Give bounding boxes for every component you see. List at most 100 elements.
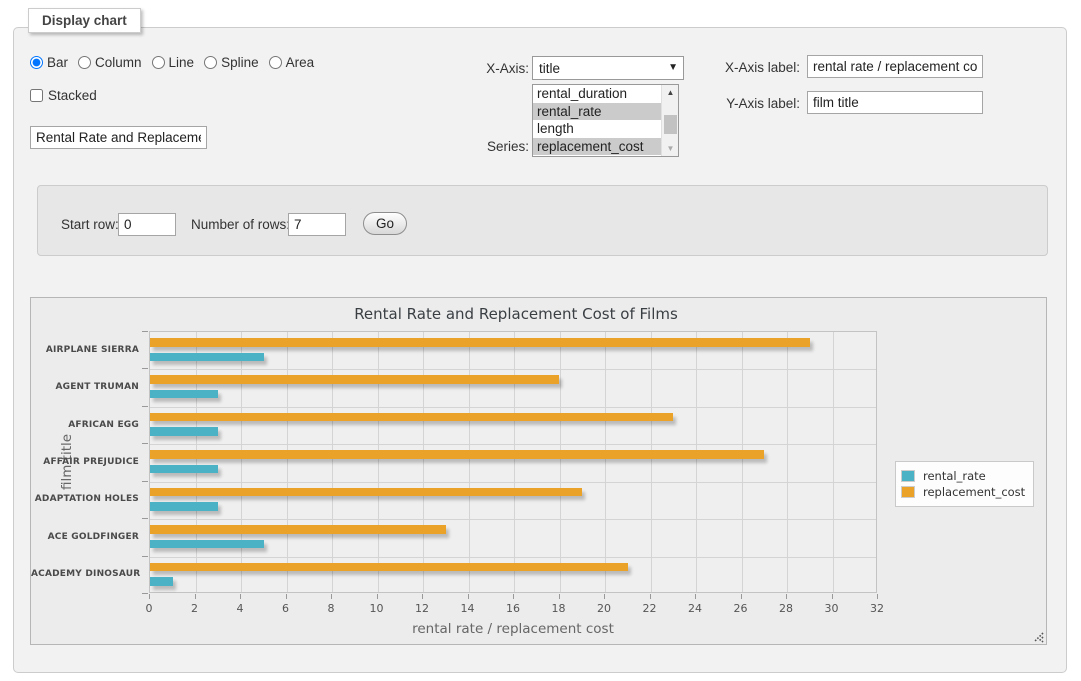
x-axis-tick-label: 20 xyxy=(597,602,611,615)
scroll-up-icon[interactable]: ▲ xyxy=(662,85,679,100)
gridline-vertical xyxy=(423,332,424,592)
x-axis-tick-mark xyxy=(741,594,742,599)
x-axis-tick-mark xyxy=(195,594,196,599)
chart-type-label: Bar xyxy=(47,55,68,70)
y-axis-tick-mark xyxy=(142,406,148,407)
number-of-rows-label: Number of rows: xyxy=(191,217,290,232)
chart-type-option-bar[interactable]: Bar xyxy=(30,55,68,70)
chart-legend: rental_rate replacement_cost xyxy=(895,461,1034,507)
x-axis-tick-mark xyxy=(695,594,696,599)
x-axis-tick-mark xyxy=(468,594,469,599)
x-axis-tick-label: 14 xyxy=(461,602,475,615)
x-axis-tick-label: 28 xyxy=(779,602,793,615)
chart-type-option-column[interactable]: Column xyxy=(78,55,142,70)
bar-rental_rate xyxy=(150,577,173,586)
x-axis-tick-mark xyxy=(604,594,605,599)
gridline-horizontal xyxy=(150,482,876,483)
x-axis-select[interactable]: title ▼ xyxy=(532,56,684,80)
gridline-vertical xyxy=(378,332,379,592)
chart-type-radio-column[interactable] xyxy=(78,56,91,69)
series-option-replacement_cost[interactable]: replacement_cost xyxy=(533,138,678,156)
gridline-vertical xyxy=(332,332,333,592)
x-axis-tick-label: 30 xyxy=(825,602,839,615)
chart-type-option-spline[interactable]: Spline xyxy=(204,55,259,70)
x-axis-tick-mark xyxy=(513,594,514,599)
bar-replacement_cost xyxy=(150,525,446,534)
listbox-scrollbar[interactable]: ▲ ▼ xyxy=(661,85,678,156)
bar-rental_rate xyxy=(150,427,218,436)
x-axis-tick-mark xyxy=(786,594,787,599)
y-axis-tick-mark xyxy=(142,481,148,482)
chart-title-input[interactable] xyxy=(30,126,207,149)
number-of-rows-input[interactable] xyxy=(288,213,346,236)
gridline-vertical xyxy=(514,332,515,592)
chart-type-radio-spline[interactable] xyxy=(204,56,217,69)
x-axis-tick-mark xyxy=(331,594,332,599)
chart-type-label: Line xyxy=(169,55,195,70)
chevron-down-icon: ▼ xyxy=(668,62,678,73)
x-axis-select-label: X-Axis: xyxy=(455,61,529,76)
chart-x-axis-label: rental rate / replacement cost xyxy=(149,621,877,637)
y-axis-tick-mark xyxy=(142,368,148,369)
chart-type-label: Spline xyxy=(221,55,259,70)
y-axis-label-input[interactable] xyxy=(807,91,983,114)
series-listbox[interactable]: rental_durationrental_ratelengthreplacem… xyxy=(532,84,679,157)
gridline-vertical xyxy=(560,332,561,592)
category-label: AFRICAN EGG xyxy=(31,420,139,430)
chart-type-option-line[interactable]: Line xyxy=(152,55,195,70)
y-axis-tick-mark xyxy=(142,518,148,519)
series-option-length[interactable]: length xyxy=(533,120,678,138)
scrollbar-thumb[interactable] xyxy=(664,115,677,134)
legend-entry: rental_rate xyxy=(901,469,1025,483)
gridline-vertical xyxy=(651,332,652,592)
category-label: ACADEMY DINOSAUR xyxy=(31,569,139,579)
x-axis-tick-label: 12 xyxy=(415,602,429,615)
series-option-rental_rate[interactable]: rental_rate xyxy=(533,103,678,121)
category-label: ADAPTATION HOLES xyxy=(31,494,139,504)
bar-replacement_cost xyxy=(150,450,764,459)
legend-series-name: replacement_cost xyxy=(915,485,1025,499)
chart-type-radio-area[interactable] xyxy=(269,56,282,69)
scroll-down-icon[interactable]: ▼ xyxy=(662,141,679,156)
bar-rental_rate xyxy=(150,465,218,474)
chart-type-radio-bar[interactable] xyxy=(30,56,43,69)
x-axis-tick-mark xyxy=(240,594,241,599)
bar-replacement_cost xyxy=(150,413,673,422)
resize-handle-icon[interactable] xyxy=(1031,629,1045,643)
stacked-checkbox[interactable] xyxy=(30,89,43,102)
x-axis-tick-mark xyxy=(286,594,287,599)
row-range-panel: Start row: Number of rows: Go xyxy=(37,185,1048,256)
x-axis-tick-label: 32 xyxy=(870,602,884,615)
legend-entry: replacement_cost xyxy=(901,485,1025,499)
gridline-horizontal xyxy=(150,369,876,370)
x-axis-tick-label: 16 xyxy=(506,602,520,615)
x-axis-tick-label: 6 xyxy=(282,602,289,615)
start-row-input[interactable] xyxy=(118,213,176,236)
bar-rental_rate xyxy=(150,390,218,399)
x-axis-tick-mark xyxy=(149,594,150,599)
x-axis-tick-label: 22 xyxy=(643,602,657,615)
go-button[interactable]: Go xyxy=(363,212,407,235)
gridline-horizontal xyxy=(150,407,876,408)
x-axis-tick-mark xyxy=(650,594,651,599)
x-axis-tick-label: 0 xyxy=(146,602,153,615)
gridline-horizontal xyxy=(150,557,876,558)
gridline-horizontal xyxy=(150,444,876,445)
panel-legend: Display chart xyxy=(28,8,141,33)
series-option-rental_duration[interactable]: rental_duration xyxy=(533,85,678,103)
x-axis-tick-label: 24 xyxy=(688,602,702,615)
chart-type-label: Column xyxy=(95,55,142,70)
chart-container: Rental Rate and Replacement Cost of Film… xyxy=(30,297,1047,645)
x-axis-label-input[interactable] xyxy=(807,55,983,78)
gridline-vertical xyxy=(787,332,788,592)
chart-type-option-area[interactable]: Area xyxy=(269,55,315,70)
x-axis-tick-label: 4 xyxy=(237,602,244,615)
x-axis-tick-mark xyxy=(832,594,833,599)
stacked-option[interactable]: Stacked xyxy=(30,88,97,103)
category-label: AIRPLANE SIERRA xyxy=(31,345,139,355)
stacked-label: Stacked xyxy=(48,88,97,103)
x-axis-tick-mark xyxy=(377,594,378,599)
chart-type-radio-line[interactable] xyxy=(152,56,165,69)
gridline-vertical xyxy=(696,332,697,592)
category-label: ACE GOLDFINGER xyxy=(31,532,139,542)
